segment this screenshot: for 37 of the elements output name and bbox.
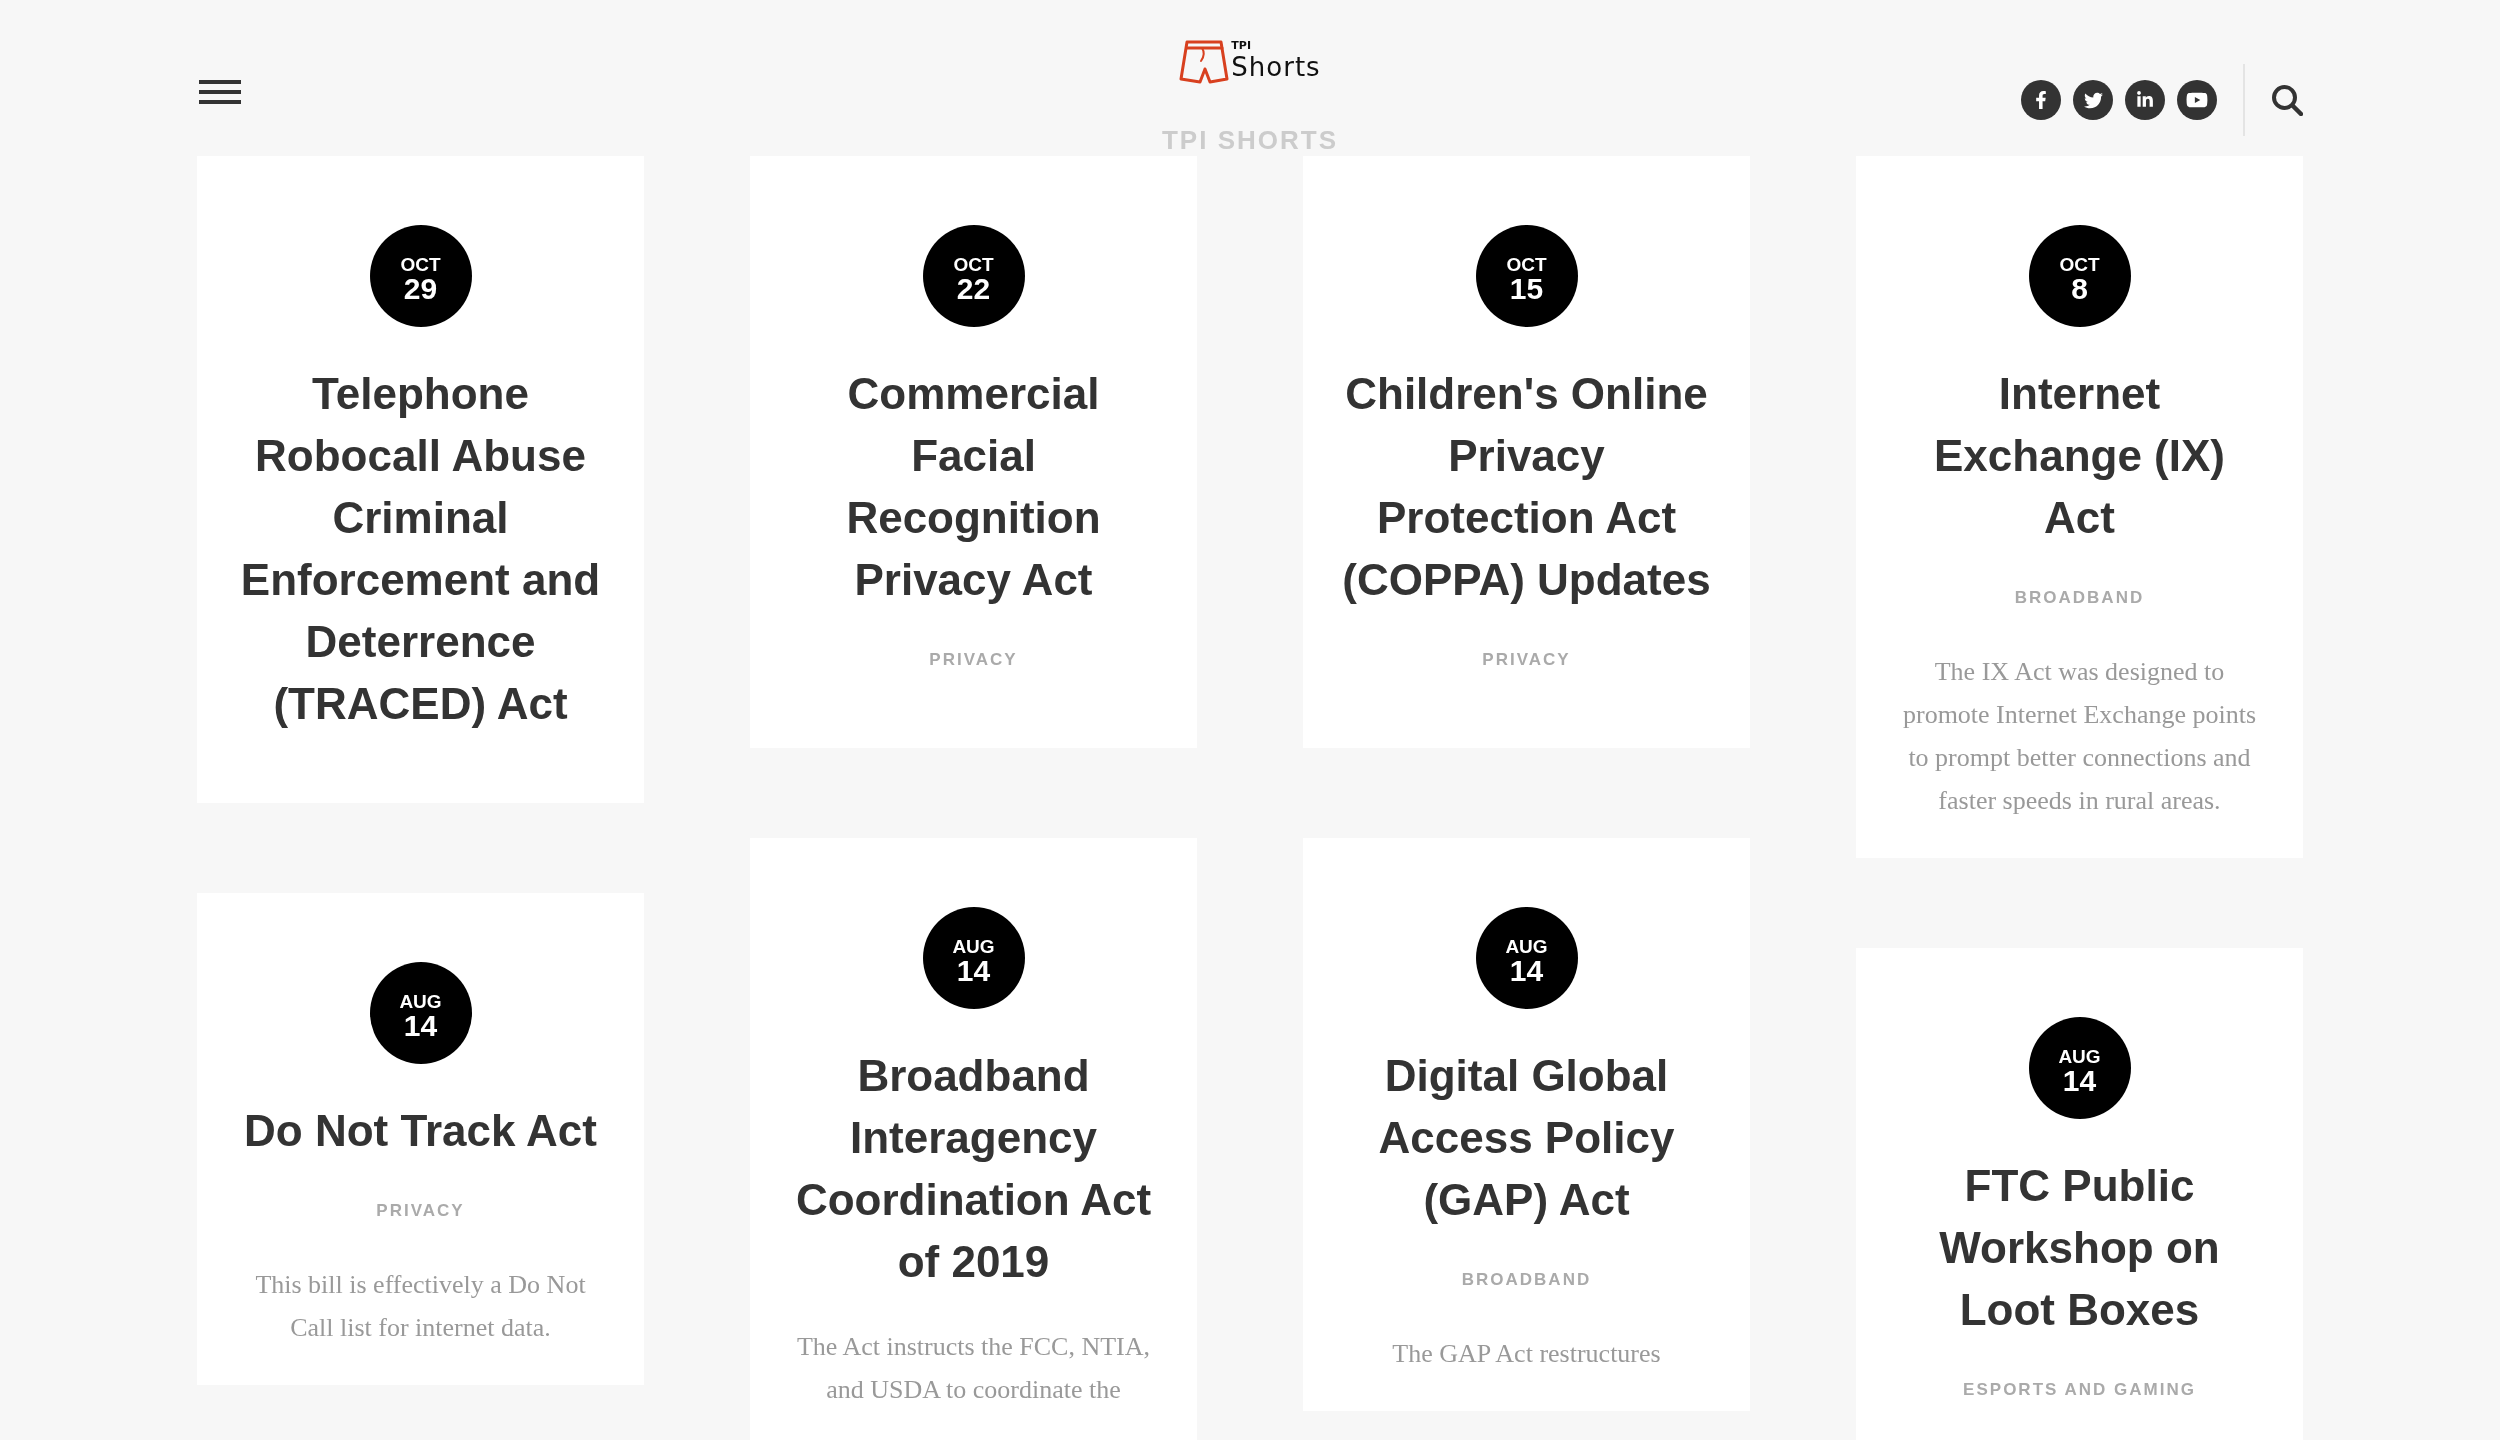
post-title[interactable]: Digital Global Access Policy (GAP) Act — [1341, 1045, 1712, 1231]
date-month: AUG — [952, 937, 995, 957]
post-excerpt: The Act instructs the FCC, NTIA, and USDA to coordinate the — [795, 1331, 1152, 1406]
post-excerpt: This bill is effectively a Do Not Call list for internet data. — [254, 1269, 587, 1344]
date-day: 14 — [1509, 957, 1544, 985]
post-title[interactable]: FTC Public Workshop on Loot Boxes — [1894, 1155, 2265, 1341]
search-icon[interactable] — [2271, 84, 2303, 116]
post-title[interactable]: Do Not Track Act — [235, 1100, 606, 1162]
logo-small-text: TPI — [1231, 40, 1251, 52]
date-day: 14 — [2062, 1067, 2097, 1095]
post-title[interactable]: Internet Exchange (IX) Act — [1894, 363, 2265, 549]
post-title[interactable]: Broadband Interagency Coordination Act of 2019 — [788, 1045, 1159, 1293]
date-day: 14 — [403, 1012, 438, 1040]
date-day: 8 — [2071, 275, 2088, 303]
youtube-icon[interactable] — [2177, 80, 2217, 120]
date-month: OCT — [953, 255, 994, 275]
post-title[interactable]: Children's Online Privacy Protection Act (COPPA) Updates — [1341, 363, 1712, 611]
date-month: AUG — [399, 992, 442, 1012]
date-day: 14 — [956, 957, 991, 985]
post-excerpt: The IX Act was designed to promote Internet Exchange points to prompt better connections and faster speeds in rural areas. — [1901, 656, 2258, 817]
linkedin-icon[interactable] — [2125, 80, 2165, 120]
date-month: AUG — [2058, 1047, 2101, 1067]
logo-text: Shorts — [1231, 52, 1321, 82]
date-month: OCT — [1506, 255, 1547, 275]
date-day: 15 — [1509, 275, 1544, 303]
date-month: OCT — [400, 255, 441, 275]
date-day: 22 — [956, 275, 991, 303]
shorts-icon — [1179, 40, 1230, 84]
date-day: 29 — [403, 275, 438, 303]
menu-icon[interactable] — [199, 80, 241, 104]
twitter-icon[interactable] — [2073, 80, 2113, 120]
post-title[interactable]: Telephone Robocall Abuse Criminal Enforcement and Deterrence (TRACED) Act — [235, 363, 606, 735]
date-month: OCT — [2059, 255, 2100, 275]
post-excerpt: The GAP Act restructures — [1391, 1338, 1662, 1370]
facebook-icon[interactable] — [2021, 80, 2061, 120]
post-title[interactable]: Commercial Facial Recognition Privacy Act — [788, 363, 1159, 611]
date-month: AUG — [1505, 937, 1548, 957]
